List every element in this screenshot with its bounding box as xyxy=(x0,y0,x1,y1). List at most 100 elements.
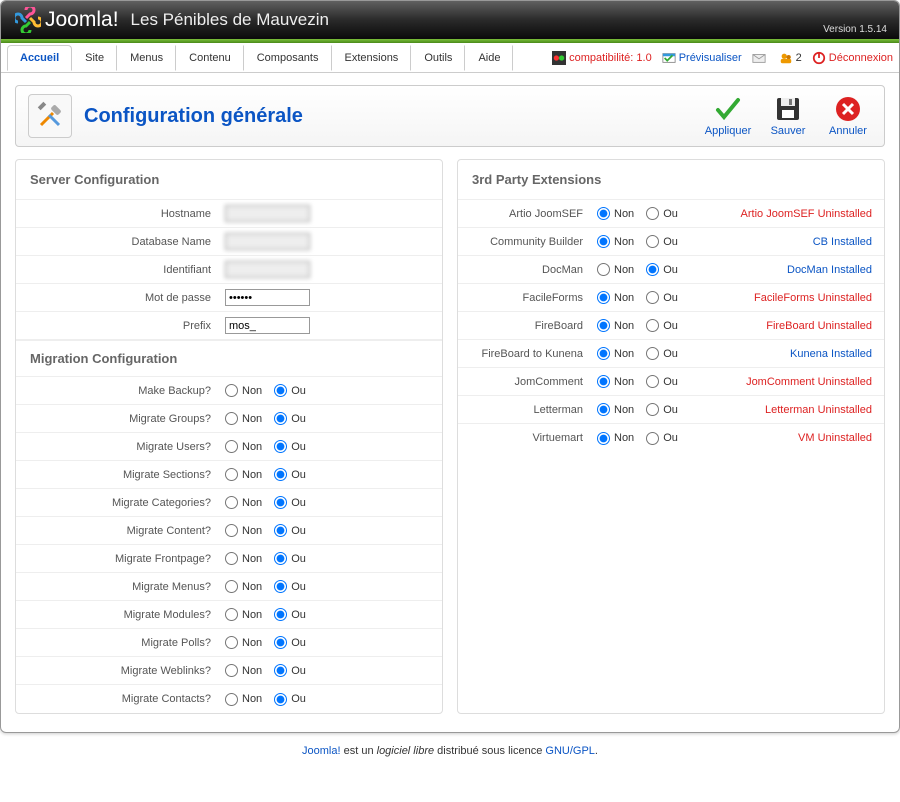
left-panel: Server Configuration Hostname Database N… xyxy=(15,159,443,714)
radio-non[interactable] xyxy=(597,319,610,332)
menu-contenu[interactable]: Contenu xyxy=(176,45,244,71)
main-menu: Accueil Site Menus Contenu Composants Ex… xyxy=(1,43,899,73)
prefix-row: Prefix xyxy=(16,312,442,340)
hostname-input[interactable] xyxy=(225,205,310,222)
menu-outils[interactable]: Outils xyxy=(411,45,465,71)
radio-non[interactable] xyxy=(597,432,610,445)
migration-row: Migrate Menus?NonOu xyxy=(16,573,442,601)
radio-non[interactable] xyxy=(225,468,238,481)
apply-button[interactable]: Appliquer xyxy=(704,95,752,137)
radio-ou[interactable] xyxy=(274,384,287,397)
compat-link[interactable]: compatibilité: 1.0 xyxy=(552,51,652,65)
config-icon xyxy=(28,94,72,138)
radio-non[interactable] xyxy=(597,207,610,220)
radio-ou[interactable] xyxy=(646,403,659,416)
user-input[interactable] xyxy=(225,261,310,278)
radio-non[interactable] xyxy=(225,552,238,565)
migration-row: Migrate Users?NonOu xyxy=(16,433,442,461)
ext-title: 3rd Party Extensions xyxy=(458,160,884,200)
radio-ou[interactable] xyxy=(274,468,287,481)
radio-non[interactable] xyxy=(225,412,238,425)
radio-non[interactable] xyxy=(597,263,610,276)
ext-status: DocMan Installed xyxy=(787,264,884,276)
ext-status: Artio JoomSEF Uninstalled xyxy=(741,208,884,220)
radio-non[interactable] xyxy=(225,384,238,397)
radio-non[interactable] xyxy=(225,440,238,453)
ext-status: FireBoard Uninstalled xyxy=(766,320,884,332)
radio-ou[interactable] xyxy=(274,608,287,621)
logout-link[interactable]: Déconnexion xyxy=(812,51,893,65)
radio-ou[interactable] xyxy=(646,235,659,248)
radio-ou[interactable] xyxy=(274,496,287,509)
menu-composants[interactable]: Composants xyxy=(244,45,332,71)
cancel-button[interactable]: Annuler xyxy=(824,95,872,137)
right-panel: 3rd Party Extensions Artio JoomSEFNonOuA… xyxy=(457,159,885,714)
radio-ou[interactable] xyxy=(274,440,287,453)
radio-ou[interactable] xyxy=(274,524,287,537)
users-link[interactable]: 2 xyxy=(779,51,802,65)
radio-ou[interactable] xyxy=(274,664,287,677)
menu-site[interactable]: Site xyxy=(72,45,117,71)
radio-ou[interactable] xyxy=(646,291,659,304)
radio-ou[interactable] xyxy=(646,207,659,220)
page-title: Configuration générale xyxy=(84,105,303,128)
migration-row: Migrate Frontpage?NonOu xyxy=(16,545,442,573)
menu-extensions[interactable]: Extensions xyxy=(332,45,412,71)
radio-non[interactable] xyxy=(597,235,610,248)
menu-accueil[interactable]: Accueil xyxy=(7,45,72,71)
radio-non[interactable] xyxy=(225,664,238,677)
radio-non[interactable] xyxy=(597,403,610,416)
cancel-icon xyxy=(834,95,862,123)
radio-ou[interactable] xyxy=(646,347,659,360)
version-label: Version 1.5.14 xyxy=(823,24,887,35)
radio-non[interactable] xyxy=(225,580,238,593)
server-config-title: Server Configuration xyxy=(16,160,442,200)
migration-row: Migrate Modules?NonOu xyxy=(16,601,442,629)
users-icon xyxy=(779,51,793,65)
hostname-row: Hostname xyxy=(16,200,442,228)
pass-input[interactable] xyxy=(225,289,310,306)
preview-link[interactable]: Prévisualiser xyxy=(662,51,742,65)
radio-ou[interactable] xyxy=(274,412,287,425)
ext-status: Letterman Uninstalled xyxy=(765,404,884,416)
ext-status: JomComment Uninstalled xyxy=(746,376,884,388)
radio-non[interactable] xyxy=(225,524,238,537)
save-button[interactable]: Sauver xyxy=(764,95,812,137)
menu-menus[interactable]: Menus xyxy=(117,45,176,71)
prefix-input[interactable] xyxy=(225,317,310,334)
footer: Joomla! est un logiciel libre distribué … xyxy=(0,733,900,773)
migration-row: Migrate Contacts?NonOu xyxy=(16,685,442,713)
radio-ou[interactable] xyxy=(274,693,287,706)
radio-ou[interactable] xyxy=(274,552,287,565)
radio-non[interactable] xyxy=(225,608,238,621)
radio-ou[interactable] xyxy=(646,319,659,332)
migration-row: Migrate Categories?NonOu xyxy=(16,489,442,517)
radio-non[interactable] xyxy=(597,291,610,304)
ext-row: FacileFormsNonOuFacileForms Uninstalled xyxy=(458,284,884,312)
menu-aide[interactable]: Aide xyxy=(465,45,513,71)
footer-gpl-link[interactable]: GNU/GPL xyxy=(545,745,595,757)
radio-non[interactable] xyxy=(225,693,238,706)
radio-ou[interactable] xyxy=(646,263,659,276)
compat-icon xyxy=(552,51,566,65)
preview-icon xyxy=(662,51,676,65)
ext-status: Kunena Installed xyxy=(790,348,884,360)
radio-non[interactable] xyxy=(225,496,238,509)
ext-status: CB Installed xyxy=(813,236,884,248)
radio-ou[interactable] xyxy=(274,636,287,649)
radio-ou[interactable] xyxy=(274,580,287,593)
radio-non[interactable] xyxy=(597,375,610,388)
footer-joomla-link[interactable]: Joomla! xyxy=(302,745,341,757)
joomla-logo-icon xyxy=(15,7,41,33)
radio-non[interactable] xyxy=(597,347,610,360)
ext-row: Artio JoomSEFNonOuArtio JoomSEF Uninstal… xyxy=(458,200,884,228)
mail-link[interactable] xyxy=(752,51,769,65)
radio-ou[interactable] xyxy=(646,432,659,445)
dbname-input[interactable] xyxy=(225,233,310,250)
radio-non[interactable] xyxy=(225,636,238,649)
migration-row: Migrate Content?NonOu xyxy=(16,517,442,545)
radio-ou[interactable] xyxy=(646,375,659,388)
ext-row: LettermanNonOuLetterman Uninstalled xyxy=(458,396,884,424)
ext-row: FireBoard to KunenaNonOuKunena Installed xyxy=(458,340,884,368)
migration-row: Make Backup?NonOu xyxy=(16,377,442,405)
